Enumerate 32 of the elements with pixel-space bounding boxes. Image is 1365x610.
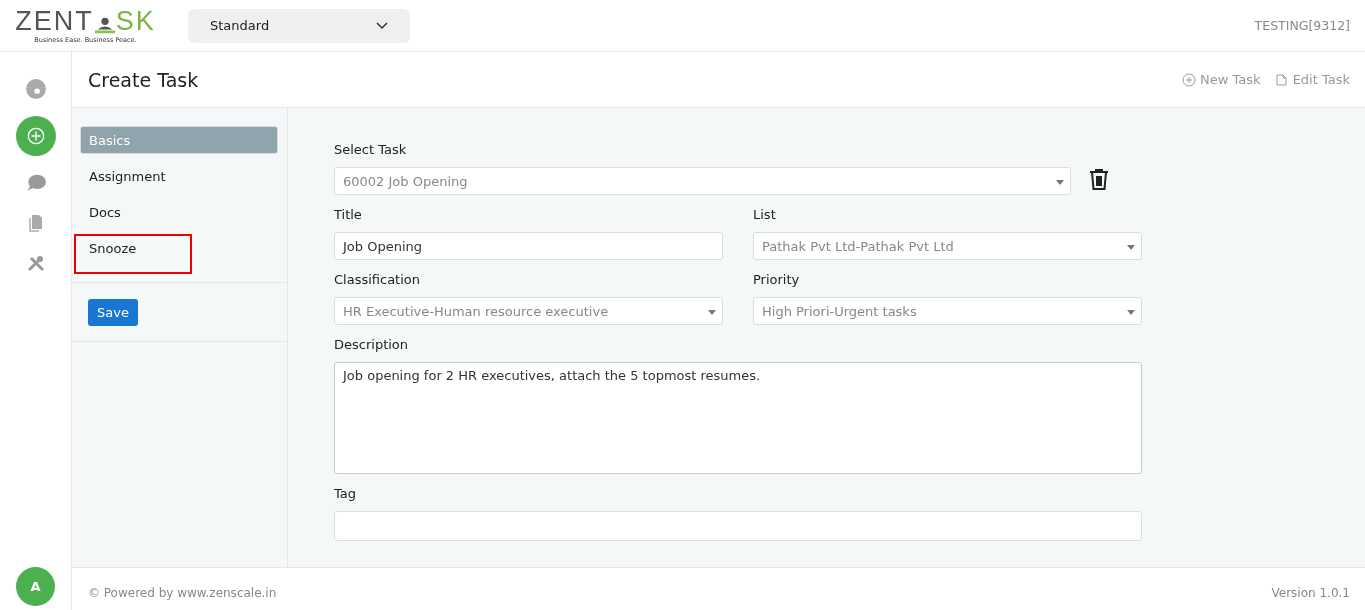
trash-icon[interactable]	[1089, 168, 1109, 190]
save-button[interactable]: Save	[88, 299, 138, 326]
section-tab[interactable]: Assignment	[80, 162, 278, 190]
edit-task-link[interactable]: Edit Task	[1274, 72, 1350, 87]
account-name[interactable]: TESTING[9312]	[1254, 18, 1350, 33]
field-label: Title	[334, 207, 363, 222]
powered-by-text: © Powered by www.zenscale.in	[88, 586, 277, 600]
field-label: List	[753, 207, 777, 222]
field-label: Description	[334, 337, 410, 352]
new-task-link[interactable]: New Task	[1182, 72, 1261, 87]
version-text: Version 1.0.1	[1271, 586, 1350, 600]
section-tab[interactable]: Snooze	[74, 234, 192, 274]
field-label: Priority	[753, 272, 801, 287]
priority-dropdown[interactable]: High Priori-Urgent tasks	[753, 297, 1142, 325]
field-label: Select Task	[334, 142, 408, 157]
select-task-dropdown[interactable]: 60002 Job Opening	[334, 167, 1071, 195]
section-tab[interactable]: Docs	[80, 198, 278, 226]
add-icon[interactable]	[15, 116, 56, 156]
description-textarea[interactable]: Job opening for 2 HR executives, attach the 5 topmost resumes.	[334, 362, 1142, 474]
tag-input[interactable]	[334, 511, 1142, 541]
user-avatar[interactable]: A	[16, 567, 55, 606]
page-title: Create Task	[88, 68, 199, 91]
section-tab[interactable]: Basics	[80, 126, 278, 154]
field-label: Classification	[334, 272, 422, 287]
field-label: Tag	[334, 486, 357, 501]
classification-dropdown[interactable]: HR Executive-Human resource executive	[334, 297, 723, 325]
title-input[interactable]: Job Opening	[334, 232, 723, 260]
list-dropdown[interactable]: Pathak Pvt Ltd-Pathak Pvt Ltd	[753, 232, 1142, 260]
chevron-down-icon	[376, 21, 388, 30]
mode-dropdown[interactable]: Standard	[188, 8, 410, 43]
document-icon	[1274, 72, 1289, 87]
plus-circle-icon	[1182, 72, 1197, 87]
